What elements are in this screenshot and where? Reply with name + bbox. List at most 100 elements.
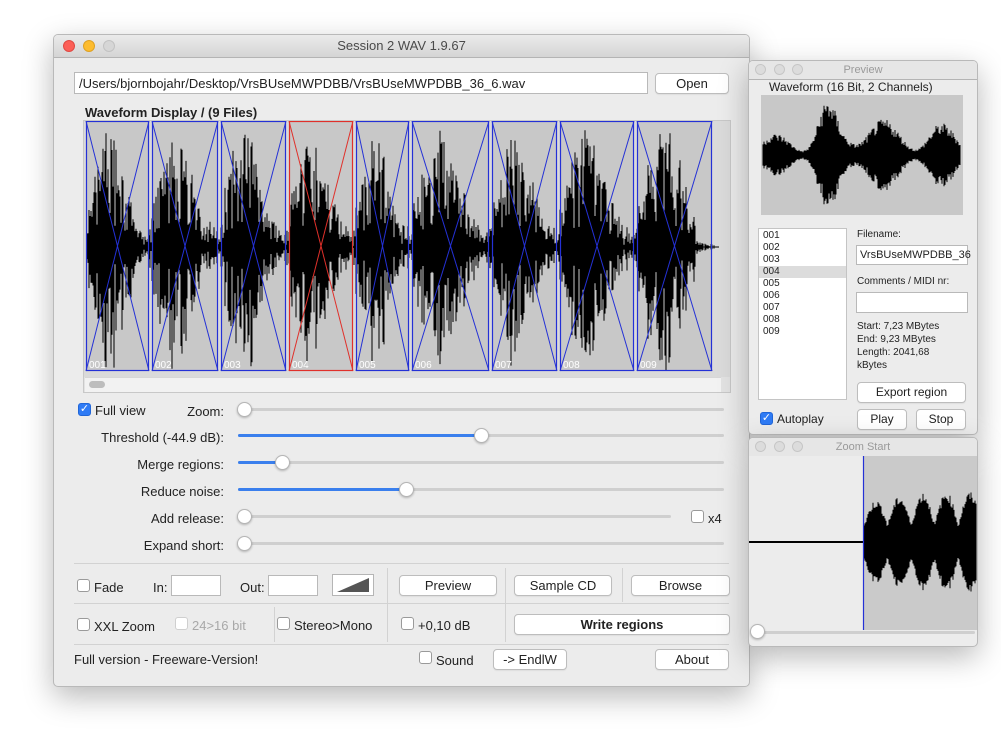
main-titlebar[interactable]: Session 2 WAV 1.9.67 — [54, 35, 749, 58]
region-label: 006 — [415, 360, 432, 371]
zoom-waveform[interactable] — [749, 456, 977, 630]
reduce-noise-slider-fill — [238, 488, 408, 491]
region-label: 008 — [563, 360, 580, 371]
expand-short-slider-knob[interactable] — [237, 536, 252, 551]
add-release-slider-track[interactable] — [238, 515, 671, 518]
threshold-slider-knob[interactable] — [474, 428, 489, 443]
threshold-label: Threshold (-44.9 dB): — [101, 430, 224, 445]
fade-label: Fade — [94, 580, 124, 595]
fade-curve-icon — [337, 578, 369, 592]
zoom-start-slider-track[interactable] — [757, 631, 975, 634]
preview-waveform — [761, 95, 963, 215]
version-text: Full version - Freeware-Version! — [74, 652, 259, 667]
file-list-item[interactable]: 006 — [759, 290, 846, 302]
file-list-item[interactable]: 002 — [759, 242, 846, 254]
divider — [74, 563, 729, 564]
reduce-noise-label: Reduce noise: — [140, 484, 224, 499]
file-list-item[interactable]: 009 — [759, 326, 846, 338]
autoplay-label: Autoplay — [777, 412, 824, 426]
close-button[interactable] — [755, 64, 766, 75]
preview-button[interactable]: Preview — [399, 575, 497, 596]
region-label: 009 — [640, 360, 657, 371]
zoom-waveform-trace — [863, 492, 977, 592]
waveform-canvas[interactable]: 001 002 003 004 005 006 007 008 009 — [84, 121, 730, 392]
about-button[interactable]: About — [655, 649, 729, 670]
close-button[interactable] — [755, 441, 766, 452]
zoom-titlebar[interactable]: Zoom Start — [749, 438, 977, 457]
threshold-slider-fill — [238, 434, 483, 437]
merge-regions-slider-knob[interactable] — [275, 455, 290, 470]
waveform-scrollbar[interactable] — [85, 377, 721, 392]
fade-checkbox[interactable] — [77, 579, 90, 592]
bit-checkbox[interactable] — [175, 617, 188, 630]
file-list-item[interactable]: 004 — [759, 266, 846, 278]
file-list-item[interactable]: 001 — [759, 230, 846, 242]
divider — [74, 644, 729, 645]
fade-out-field[interactable] — [268, 575, 318, 596]
close-button[interactable] — [63, 40, 75, 52]
browse-button[interactable]: Browse — [631, 575, 730, 596]
sample-cd-button[interactable]: Sample CD — [514, 575, 612, 596]
zoom-slider-track[interactable] — [238, 408, 724, 411]
file-list-item[interactable]: 003 — [759, 254, 846, 266]
length-text: Length: 2041,68 — [857, 347, 930, 358]
reduce-noise-slider-track[interactable] — [238, 488, 724, 491]
sound-checkbox[interactable] — [419, 651, 432, 664]
filename-value: VrsBUseMWPDBB_36 — [860, 249, 971, 261]
x4-checkbox[interactable] — [691, 510, 704, 523]
add-release-label: Add release: — [151, 511, 224, 526]
merge-regions-label: Merge regions: — [137, 457, 224, 472]
length-unit: kBytes — [857, 360, 888, 371]
file-list-item[interactable]: 005 — [759, 278, 846, 290]
region-label: 004 — [292, 360, 309, 371]
end-text: End: 9,23 MBytes — [857, 334, 936, 345]
zoom-button[interactable] — [792, 64, 803, 75]
stereo-mono-label: Stereo>Mono — [294, 618, 373, 633]
add-release-slider-knob[interactable] — [237, 509, 252, 524]
autoplay-checkbox[interactable]: ✓ — [760, 412, 773, 425]
xxl-zoom-checkbox[interactable] — [77, 618, 90, 631]
zoom-start-window: Zoom Start — [748, 437, 978, 647]
zoom-button[interactable] — [792, 441, 803, 452]
region-label: 007 — [495, 360, 512, 371]
stereo-mono-checkbox[interactable] — [277, 617, 290, 630]
region-label: 005 — [359, 360, 376, 371]
fade-in-label: In: — [153, 580, 168, 595]
waveform-display[interactable]: 001 002 003 004 005 006 007 008 009 — [83, 120, 731, 393]
file-list-item[interactable]: 007 — [759, 302, 846, 314]
file-path-field[interactable]: /Users/bjornbojahr/Desktop/VrsBUseMWPDBB… — [74, 72, 648, 94]
divider — [505, 568, 506, 642]
fade-in-field[interactable] — [171, 575, 221, 596]
db-label: +0,10 dB — [418, 618, 471, 633]
expand-short-slider-track[interactable] — [238, 542, 724, 545]
reduce-noise-slider-knob[interactable] — [399, 482, 414, 497]
zoom-button[interactable] — [103, 40, 115, 52]
write-regions-button[interactable]: Write regions — [514, 614, 730, 635]
preview-titlebar[interactable]: Preview — [749, 61, 977, 80]
xxl-zoom-label: XXL Zoom — [94, 619, 155, 634]
file-list-item[interactable]: 008 — [759, 314, 846, 326]
x4-label: x4 — [708, 511, 722, 526]
minimize-button[interactable] — [774, 64, 785, 75]
comments-field[interactable] — [856, 292, 968, 313]
zoom-waveform-canvas[interactable] — [749, 456, 977, 630]
merge-regions-slider-track[interactable] — [238, 461, 724, 464]
fade-curve-button[interactable] — [332, 574, 374, 596]
preview-title: Preview — [843, 64, 883, 76]
stop-button[interactable]: Stop — [916, 409, 966, 430]
preview-waveform-canvas — [762, 96, 962, 214]
fade-out-label: Out: — [240, 580, 265, 595]
open-button[interactable]: Open — [655, 73, 729, 94]
play-button[interactable]: Play — [857, 409, 907, 430]
zoom-start-slider-knob[interactable] — [750, 624, 765, 639]
zoom-slider-knob[interactable] — [237, 402, 252, 417]
bit-label: 24>16 bit — [192, 618, 246, 633]
filename-field[interactable]: VrsBUseMWPDBB_36 — [856, 245, 971, 265]
endlw-button[interactable]: -> EndlW — [493, 649, 567, 670]
minimize-button[interactable] — [83, 40, 95, 52]
export-region-button[interactable]: Export region — [857, 382, 966, 403]
file-list[interactable]: 001 002 003 004 005 006 007 008 009 — [758, 228, 847, 400]
db-checkbox[interactable] — [401, 617, 414, 630]
minimize-button[interactable] — [774, 441, 785, 452]
scroll-thumb[interactable] — [89, 381, 105, 388]
